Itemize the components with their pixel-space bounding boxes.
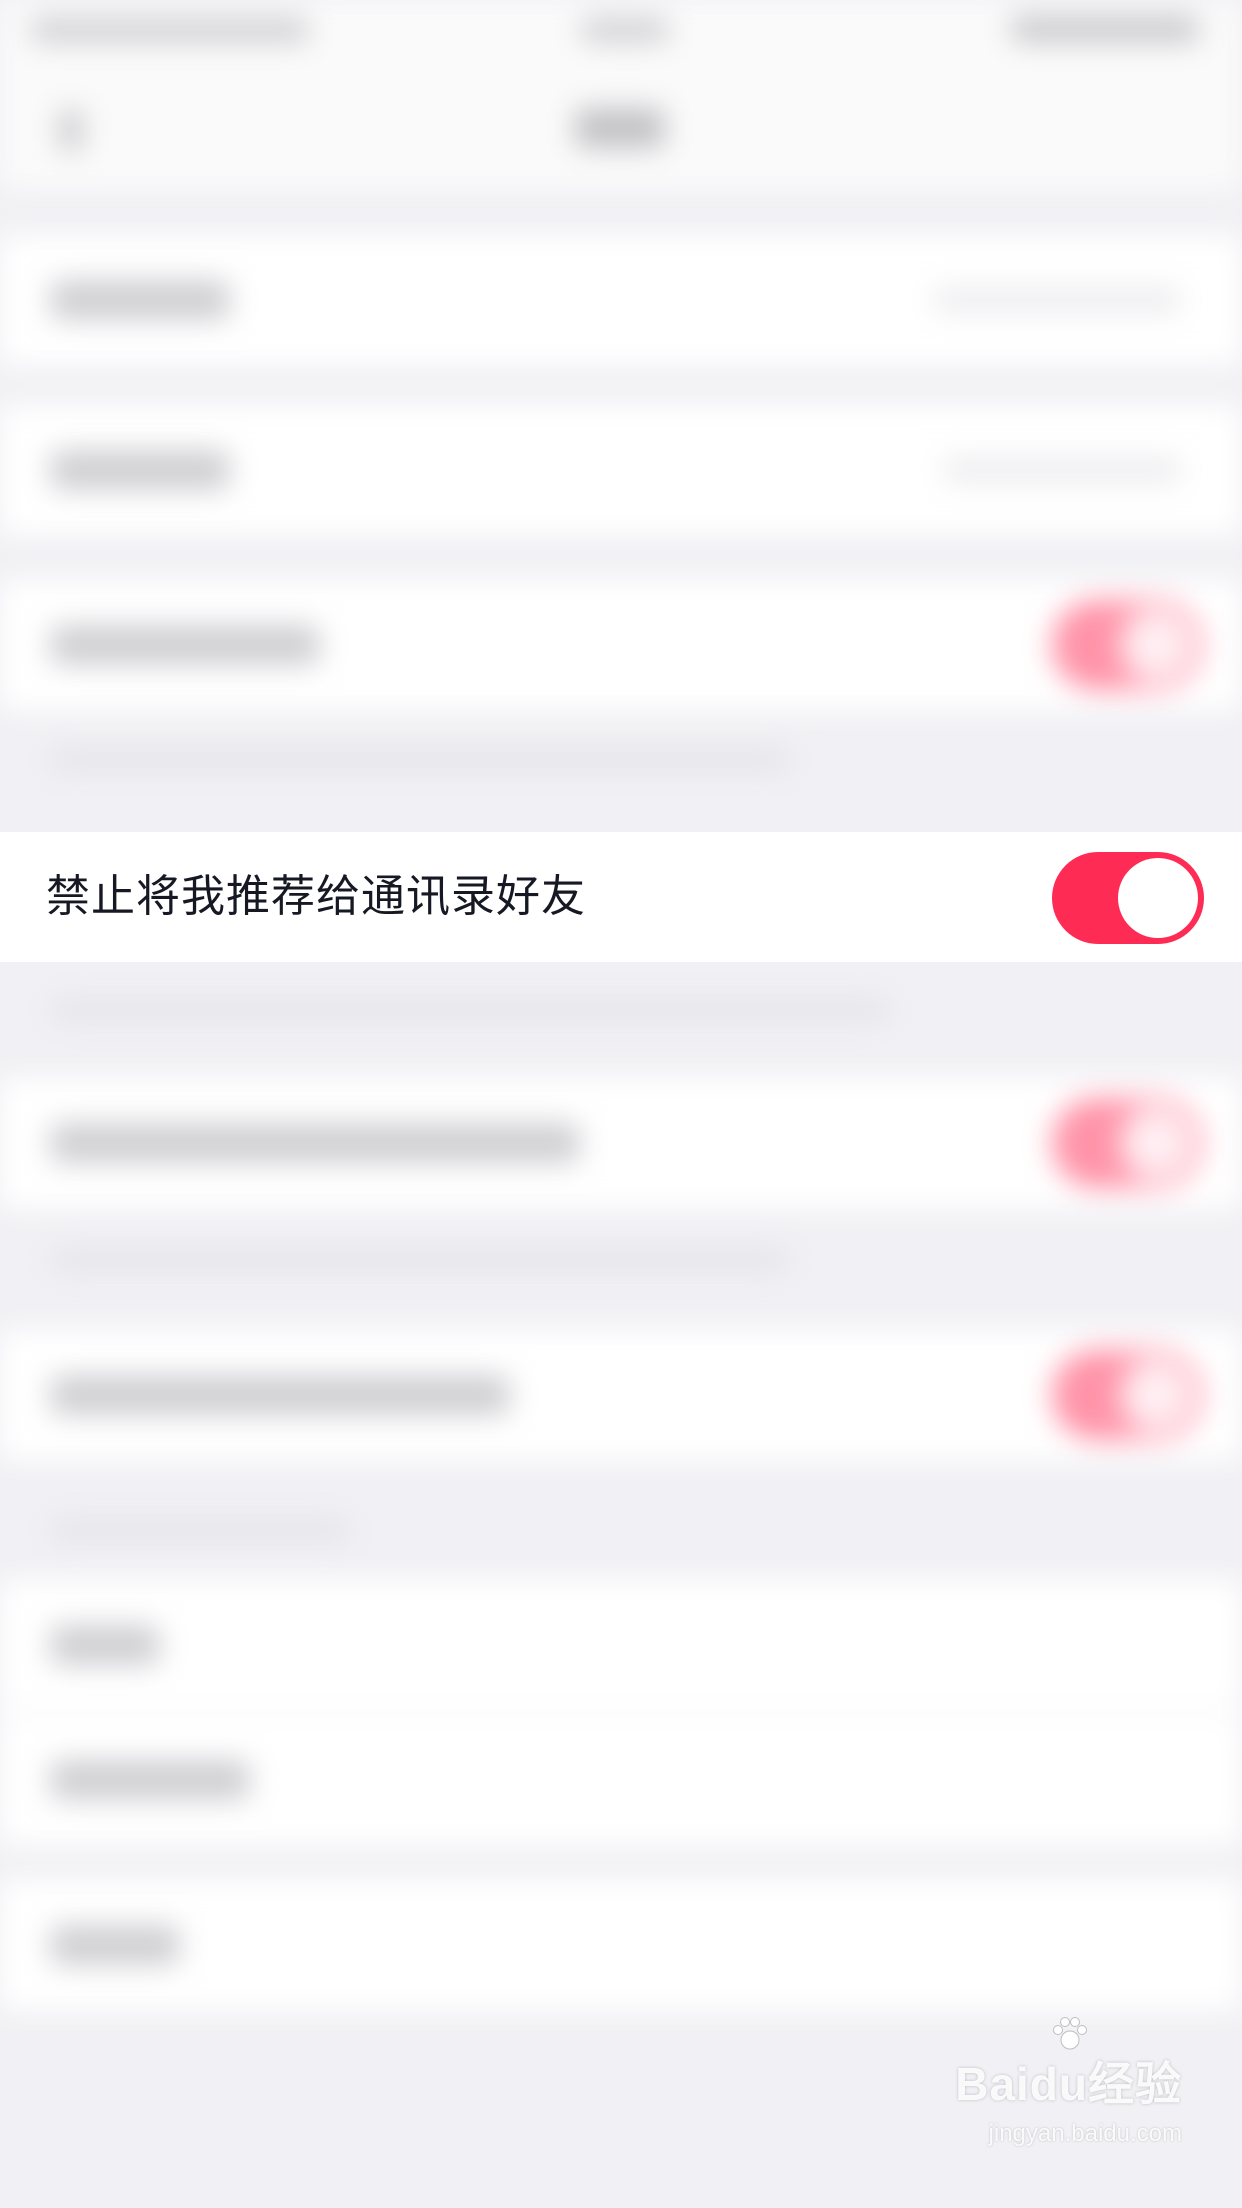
settings-row[interactable] [0, 1580, 1242, 1710]
hide-from-contacts-toggle[interactable] [1052, 852, 1204, 944]
status-bar [0, 0, 1242, 60]
settings-note [50, 1000, 890, 1020]
settings-row-value [942, 458, 1182, 482]
settings-note [50, 1250, 790, 1270]
settings-row[interactable] [0, 1715, 1242, 1845]
nav-bar [0, 60, 1242, 190]
paw-icon [1053, 2017, 1087, 2050]
watermark-url: jingyan.baidu.com [988, 2120, 1182, 2147]
toggle-switch[interactable] [1052, 1350, 1202, 1440]
settings-row[interactable] [0, 1330, 1242, 1460]
page-title [575, 108, 665, 148]
settings-row-label [50, 1760, 250, 1800]
settings-row-value [932, 288, 1182, 312]
settings-row-label [50, 1123, 580, 1163]
settings-row[interactable] [0, 1078, 1242, 1208]
settings-row-label [50, 1925, 180, 1965]
toggle-switch[interactable] [1052, 1098, 1202, 1188]
back-arrow-icon[interactable] [60, 110, 82, 150]
settings-note [50, 750, 790, 770]
settings-row-label [50, 1375, 510, 1415]
settings-row-label [50, 1625, 160, 1665]
status-bar-battery [1010, 16, 1200, 42]
toggle-switch[interactable] [1052, 600, 1202, 690]
watermark-logo: Baidu经验 [955, 2058, 1182, 2110]
settings-row-label [50, 625, 320, 665]
settings-row[interactable] [0, 580, 1242, 710]
status-bar-time [580, 18, 670, 42]
setting-row-hide-from-contacts[interactable]: 禁止将我推荐给通讯录好友 [0, 832, 1242, 962]
status-bar-carrier [30, 18, 310, 42]
setting-label: 禁止将我推荐给通讯录好友 [46, 871, 586, 922]
settings-row-label [50, 280, 230, 320]
settings-row[interactable] [0, 1880, 1242, 2010]
baidu-jingyan-watermark: Baidu经验 jingyan.baidu.com [942, 2017, 1182, 2178]
settings-row-label [50, 450, 230, 490]
toggle-knob [1118, 858, 1198, 938]
settings-row[interactable] [0, 235, 1242, 365]
blurred-background [0, 0, 1242, 2208]
settings-row[interactable] [0, 405, 1242, 535]
privacy-settings-screen: 禁止将我推荐给通讯录好友 Baidu经验 jingyan.baidu.com [0, 0, 1242, 2208]
section-header [50, 1520, 350, 1540]
